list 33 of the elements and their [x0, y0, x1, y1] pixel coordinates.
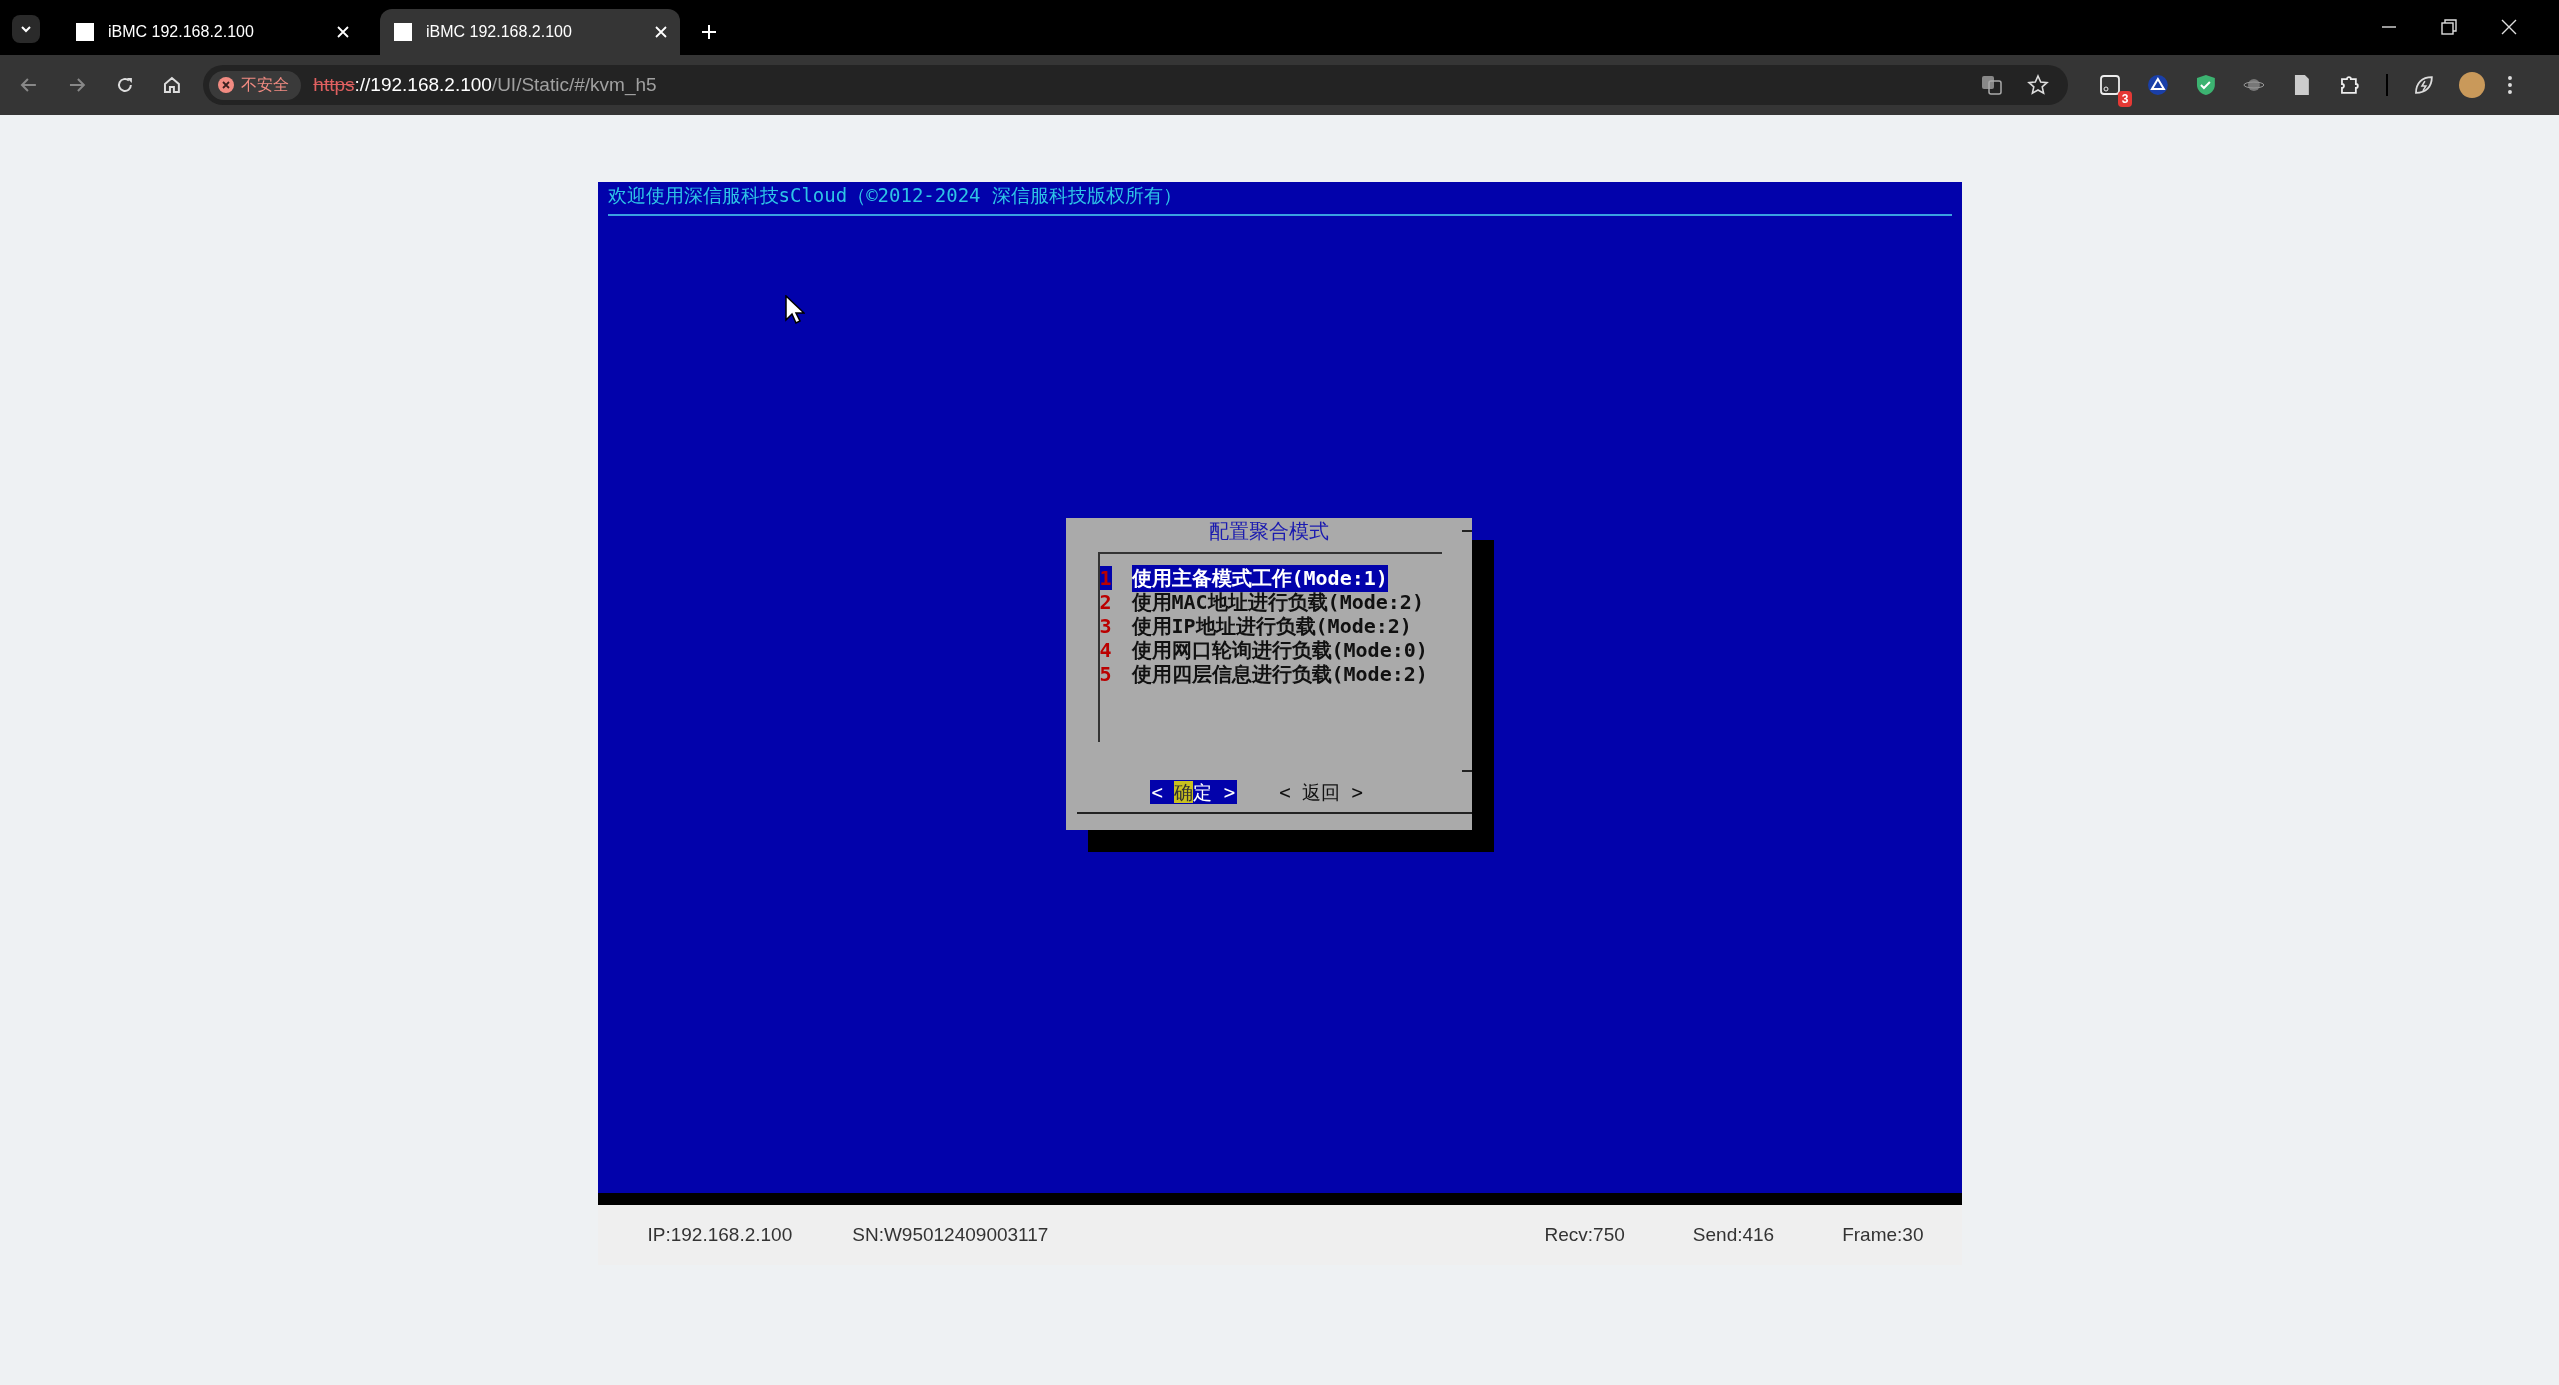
menu-item[interactable]: 3 使用IP地址进行负载(Mode:2)	[1099, 614, 1442, 638]
translate-icon[interactable]	[1980, 73, 2005, 97]
console-header: 欢迎使用深信服科技sCloud（©2012-2024 深信服科技版权所有）	[607, 182, 1952, 216]
browser-tab[interactable]: iBMC 192.168.2.100	[62, 9, 362, 55]
mouse-cursor-icon	[784, 295, 805, 325]
status-text: IP:192.168.2.100	[647, 1224, 793, 1246]
status-text: Recv:750	[1544, 1224, 1625, 1246]
triangle-logo-icon[interactable]	[2146, 73, 2171, 97]
close-icon[interactable]	[654, 25, 668, 39]
plus-icon[interactable]	[700, 23, 718, 41]
restore-icon[interactable]	[2439, 17, 2459, 37]
extension-icon[interactable]	[2098, 73, 2123, 97]
status-text: Send:416	[1692, 1224, 1775, 1246]
menu-item[interactable]: 2 使用MAC地址进行负载(Mode:2)	[1099, 590, 1442, 614]
page-icon	[394, 23, 412, 41]
menu-item[interactable]: 4 使用网口轮询进行负载(Mode:0)	[1099, 638, 1442, 662]
star-icon[interactable]	[2026, 73, 2051, 97]
security-chip[interactable]: 不安全	[209, 70, 302, 100]
status-text: SN:W95012409003117	[852, 1224, 1049, 1246]
error-icon	[217, 76, 236, 94]
menu-item[interactable]: 5 使用四层信息进行负载(Mode:2)	[1099, 662, 1442, 686]
page-icon	[76, 23, 94, 41]
status-text: Frame:30	[1842, 1224, 1924, 1246]
close-icon[interactable]	[2499, 17, 2519, 37]
profile-avatar[interactable]	[2459, 72, 2486, 98]
close-icon[interactable]	[336, 25, 350, 39]
notification-badge: 3	[2117, 91, 2133, 107]
address-bar[interactable]: 不安全 https://192.168.2.100/UI/Static/#/kvm_h5	[203, 65, 2069, 105]
tab-search-button[interactable]	[12, 15, 40, 43]
dialog-title: 配置聚合模式	[1207, 518, 1330, 544]
browser-tab[interactable]: iBMC 192.168.2.100	[380, 9, 680, 55]
url-text: https://192.168.2.100/UI/Static/#/kvm_h5	[313, 74, 657, 96]
dialog-button[interactable]: < 返回 >	[1277, 780, 1366, 804]
